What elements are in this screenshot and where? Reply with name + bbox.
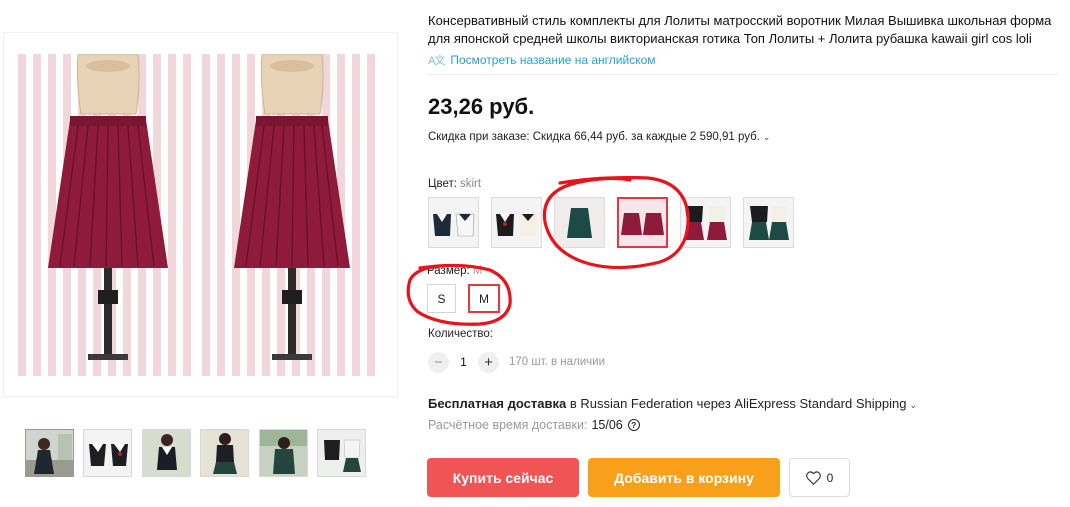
stock-count: 170 шт. в наличии bbox=[509, 356, 606, 368]
color-swatch-sailor-white[interactable] bbox=[428, 197, 479, 248]
free-shipping-label: Бесплатная доставка bbox=[428, 396, 567, 411]
photo-sailor-tops-icon[interactable] bbox=[83, 429, 132, 477]
size-option-label: Размер: M bbox=[427, 265, 482, 277]
title-divider bbox=[428, 74, 1058, 75]
photo-girl-outdoor-icon[interactable] bbox=[259, 429, 308, 477]
shipping-method-dropdown[interactable]: Бесплатная доставка в Russian Federation… bbox=[428, 396, 917, 411]
quantity-value[interactable]: 1 bbox=[449, 355, 478, 369]
product-price: 23,26 руб. bbox=[428, 94, 535, 119]
buy-now-button[interactable]: Купить сейчас bbox=[427, 458, 579, 497]
add-to-cart-button[interactable]: Добавить в корзину bbox=[588, 458, 780, 497]
photo-skirt-front bbox=[18, 54, 198, 376]
discount-dropdown[interactable]: Скидка при заказе: Скидка 66,44 руб. за … bbox=[428, 131, 770, 143]
wishlist-button[interactable]: 0 bbox=[789, 458, 850, 497]
wishlist-count: 0 bbox=[826, 470, 834, 485]
skirt-side-illustration bbox=[234, 54, 350, 360]
size-option-s[interactable]: S bbox=[427, 284, 456, 313]
color-swatch-wine-skirt[interactable] bbox=[617, 197, 668, 248]
size-selected-value: M bbox=[472, 265, 483, 277]
size-label-text: Размер: bbox=[427, 265, 470, 277]
photo-uniform-set-icon[interactable] bbox=[317, 429, 366, 477]
product-title: Консервативный стиль комплекты для Лолит… bbox=[428, 13, 1052, 46]
size-option-m[interactable]: M bbox=[468, 284, 500, 313]
eta-label: Расчётное время доставки: bbox=[428, 418, 588, 432]
color-selected-value: skirt bbox=[459, 178, 482, 190]
quantity-label: Количество: bbox=[428, 328, 493, 340]
chevron-down-icon: ⌄ bbox=[762, 132, 771, 142]
color-label-text: Цвет: bbox=[428, 178, 457, 190]
photo-girl-standing-icon[interactable] bbox=[200, 429, 249, 477]
color-swatch-green-skirt[interactable] bbox=[554, 197, 605, 248]
skirt-front-illustration bbox=[48, 54, 168, 360]
color-swatch-set-wine[interactable] bbox=[680, 197, 731, 248]
delivery-estimate: Расчётное время доставки: 15/06 ? bbox=[428, 418, 640, 432]
photo-girl-pose-icon[interactable] bbox=[142, 429, 191, 477]
heart-icon bbox=[805, 470, 821, 485]
main-product-photo[interactable] bbox=[18, 54, 379, 376]
translate-title-label: Посмотреть название на английском bbox=[450, 53, 656, 67]
discount-text: Скидка при заказе: Скидка 66,44 руб. за … bbox=[428, 131, 760, 143]
photo-skirt-side bbox=[202, 54, 379, 376]
shipping-detail: в Russian Federation через AliExpress St… bbox=[569, 396, 907, 411]
quantity-stepper: − 1 + 170 шт. в наличии bbox=[428, 351, 605, 373]
quantity-decrease-button[interactable]: − bbox=[428, 351, 449, 373]
chevron-down-icon: ⌄ bbox=[909, 400, 917, 410]
eta-value: 15/06 bbox=[591, 418, 623, 432]
color-option-label: Цвет: skirt bbox=[428, 178, 481, 190]
translate-icon: A文 bbox=[428, 55, 445, 67]
translate-title-link[interactable]: A文 Посмотреть название на английском bbox=[428, 52, 656, 68]
color-swatch-set-green[interactable] bbox=[743, 197, 794, 248]
quantity-increase-button[interactable]: + bbox=[478, 351, 499, 373]
help-icon[interactable]: ? bbox=[627, 419, 640, 431]
color-swatch-sailor-black[interactable] bbox=[491, 197, 542, 248]
photo-girl-uniform-icon[interactable] bbox=[25, 429, 74, 477]
